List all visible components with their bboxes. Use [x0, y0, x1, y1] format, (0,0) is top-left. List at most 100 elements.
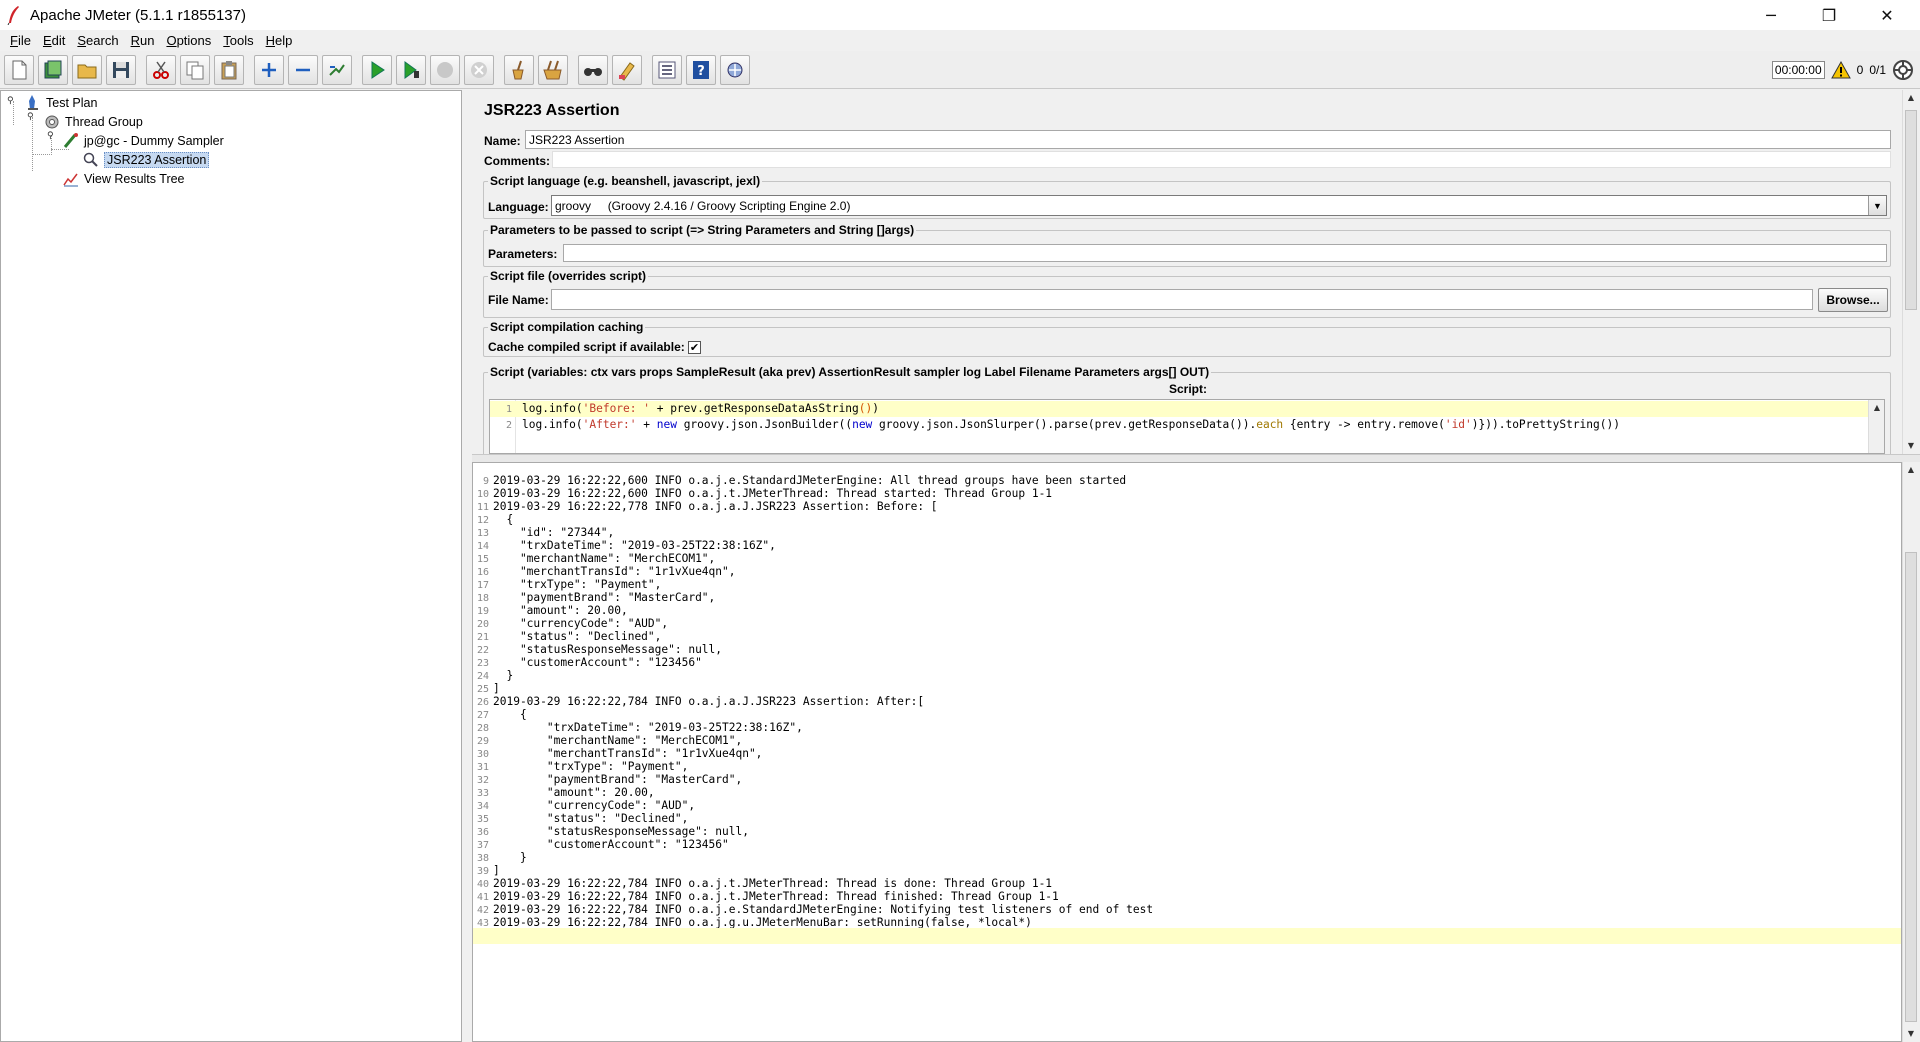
paste-icon — [221, 60, 237, 79]
title-bar: Apache JMeter (5.1.1 r1855137) ─ ❐ ✕ — [0, 0, 1920, 30]
name-field[interactable]: JSR223 Assertion — [525, 130, 1891, 149]
menu-tools[interactable]: Tools — [217, 33, 259, 48]
cache-checkbox[interactable]: ✔ — [688, 341, 701, 354]
help-button[interactable]: ? — [686, 54, 716, 85]
svg-text:?: ? — [697, 64, 705, 79]
jmeter-feather-icon — [7, 6, 19, 25]
menu-run[interactable]: Run — [125, 33, 161, 48]
remote-icon — [727, 62, 743, 77]
reset-search-icon — [619, 61, 635, 81]
start-no-pause-icon — [404, 60, 419, 79]
search-icon — [584, 67, 602, 76]
stop-button[interactable] — [430, 54, 460, 85]
file-name-input[interactable] — [551, 289, 1813, 310]
current-line-highlight — [473, 928, 1901, 944]
comments-label: Comments: — [484, 154, 551, 168]
cut-button[interactable] — [146, 54, 176, 85]
log-viewer[interactable]: 9 2019-03-29 16:22:22,600 INFO o.a.j.e.St… — [472, 462, 1902, 1042]
script-editor[interactable]: 1 log.info('Before: ' + prev.getResponseD… — [489, 399, 1885, 454]
copy-icon — [186, 61, 204, 79]
elapsed-timer: 00:00:00 — [1771, 61, 1825, 79]
menu-bar: File Edit Search Run Options Tools Help — [0, 30, 1920, 50]
tree-item-view-results-tree[interactable]: View Results Tree — [63, 170, 185, 188]
toggle-test-plan[interactable]: ⚲ — [7, 97, 16, 106]
tree-item-test-plan[interactable]: Test Plan — [25, 94, 97, 112]
file-name-label: File Name: — [488, 293, 549, 307]
menu-file[interactable]: File — [4, 33, 37, 48]
log-scrollbar[interactable]: ▲ ▼ — [1902, 462, 1918, 1042]
parameters-label: Parameters: — [488, 247, 558, 261]
tree-item-thread-group[interactable]: Thread Group — [44, 113, 143, 131]
expand-icon — [262, 62, 276, 77]
warning-icon[interactable] — [1830, 61, 1851, 79]
editor-panel: JSR223 Assertion Name: JSR223 Assertion … — [472, 90, 1920, 1042]
language-select[interactable]: groovy (Groovy 2.4.16 / Groovy Scripting… — [551, 195, 1887, 216]
minimize-button[interactable]: ─ — [1748, 0, 1794, 30]
test-plan-tree: ⚲ Test Plan ⚲ Thread Group ⚲ jp@gc - Dum… — [0, 90, 462, 1042]
chevron-down-icon[interactable]: ▼ — [1868, 196, 1886, 215]
collapse-all-button[interactable] — [288, 54, 318, 85]
tree-item-jsr223-assertion[interactable]: JSR223 Assertion — [83, 151, 210, 169]
toggle-icon — [329, 63, 345, 76]
log-splitter[interactable] — [472, 454, 1920, 462]
tree-item-dummy-sampler[interactable]: jp@gc - Dummy Sampler — [63, 132, 224, 150]
menu-help[interactable]: Help — [260, 33, 299, 48]
function-helper-button[interactable] — [652, 54, 682, 85]
active-threads: 0/1 — [1869, 63, 1886, 77]
parameters-legend: Parameters to be passed to script (=> St… — [488, 223, 917, 237]
tree-splitter[interactable] — [462, 90, 472, 1042]
tree-item-label: JSR223 Assertion — [104, 152, 210, 168]
search-button[interactable] — [578, 54, 608, 85]
window-title: Apache JMeter (5.1.1 r1855137) — [30, 6, 246, 24]
comments-field[interactable] — [552, 151, 1891, 168]
expand-all-button[interactable] — [254, 54, 284, 85]
name-label: Name: — [484, 134, 521, 148]
script-file-legend: Script file (overrides script) — [488, 269, 649, 283]
assertion-icon — [83, 152, 99, 168]
reset-search-button[interactable] — [612, 54, 642, 85]
help-icon: ? — [693, 60, 709, 79]
start-icon — [371, 60, 385, 79]
start-no-pauses-button[interactable] — [396, 54, 426, 85]
editor-scrollbar[interactable]: ▲ — [1868, 400, 1884, 453]
code-line: 2 log.info('After:' + new groovy.json.Jso… — [505, 418, 1620, 431]
save-button[interactable] — [106, 54, 136, 85]
templates-icon — [44, 60, 62, 78]
toolbar: ? 00:00:00 0 0/1 — [0, 51, 1920, 89]
function-helper-icon — [658, 61, 676, 78]
caching-legend: Script compilation caching — [488, 320, 646, 334]
clear-icon — [512, 60, 524, 79]
toggle-thread-group[interactable]: ⚲ — [27, 113, 36, 122]
tree-item-label: Thread Group — [65, 115, 143, 129]
clear-all-icon — [543, 60, 562, 79]
remote-button[interactable] — [720, 54, 750, 85]
start-button[interactable] — [362, 54, 392, 85]
stop-icon — [437, 61, 453, 78]
new-icon — [12, 60, 27, 79]
tree-item-label: View Results Tree — [84, 172, 185, 186]
toggle-dummy-sampler[interactable]: ⚲ — [47, 132, 56, 141]
toggle-button[interactable] — [322, 54, 352, 85]
form-scrollbar[interactable]: ▲ ▼ — [1902, 90, 1918, 454]
menu-search[interactable]: Search — [71, 33, 124, 48]
clear-all-button[interactable] — [538, 54, 568, 85]
shutdown-icon — [471, 61, 487, 78]
templates-button[interactable] — [38, 54, 68, 85]
paste-button[interactable] — [214, 54, 244, 85]
close-button[interactable]: ✕ — [1864, 0, 1910, 30]
tree-item-label: jp@gc - Dummy Sampler — [84, 134, 224, 148]
parameters-input[interactable] — [563, 244, 1887, 262]
maximize-button[interactable]: ❐ — [1806, 0, 1852, 30]
menu-edit[interactable]: Edit — [37, 33, 71, 48]
copy-button[interactable] — [180, 54, 210, 85]
shutdown-button[interactable] — [464, 54, 494, 85]
new-button[interactable] — [4, 54, 34, 85]
open-button[interactable] — [72, 54, 102, 85]
cut-icon — [153, 61, 169, 79]
menu-options[interactable]: Options — [160, 33, 217, 48]
language-value: groovy (Groovy 2.4.16 / Groovy Scripting… — [555, 198, 851, 213]
status-area: 00:00:00 0 0/1 — [1771, 51, 1920, 89]
clear-button[interactable] — [504, 54, 534, 85]
browse-button[interactable]: Browse... — [1818, 288, 1888, 312]
remote-status-icon — [1893, 60, 1913, 80]
